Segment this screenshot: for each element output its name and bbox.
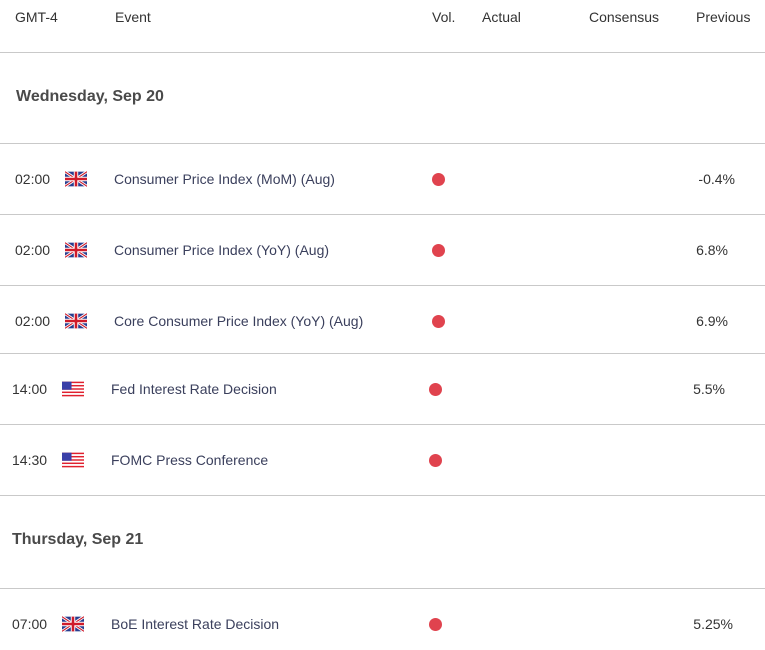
volatility-high-icon <box>429 383 442 396</box>
uk-flag-icon <box>65 171 87 187</box>
divider <box>0 214 765 215</box>
header-consensus: Consensus <box>589 9 660 25</box>
volatility-high-icon <box>432 244 445 257</box>
volatility-high-icon <box>432 173 445 186</box>
divider <box>0 143 765 144</box>
header-event: Event <box>115 9 151 25</box>
event-name[interactable]: Consumer Price Index (YoY) (Aug) <box>114 242 329 258</box>
us-flag-icon <box>62 381 84 397</box>
day-heading: Wednesday, Sep 20 <box>16 88 164 105</box>
divider <box>0 353 765 354</box>
us-flag-icon <box>62 452 84 468</box>
volatility-high-icon <box>429 618 442 631</box>
divider <box>0 495 765 496</box>
event-name[interactable]: FOMC Press Conference <box>111 452 268 468</box>
header-divider <box>0 52 765 53</box>
event-name[interactable]: Core Consumer Price Index (YoY) (Aug) <box>114 313 363 329</box>
event-name[interactable]: Consumer Price Index (MoM) (Aug) <box>114 171 335 187</box>
event-time: 02:00 <box>15 242 51 258</box>
uk-flag-icon <box>62 616 84 632</box>
divider <box>0 424 765 425</box>
previous-value: 6.9% <box>696 313 728 329</box>
event-time: 02:00 <box>15 313 51 329</box>
header-actual: Actual <box>482 9 521 25</box>
event-time: 14:30 <box>12 452 48 468</box>
uk-flag-icon <box>65 242 87 258</box>
volatility-high-icon <box>429 454 442 467</box>
uk-flag-icon <box>65 313 87 329</box>
event-name[interactable]: BoE Interest Rate Decision <box>111 616 279 632</box>
previous-value: -0.4% <box>698 171 735 187</box>
day-heading: Thursday, Sep 21 <box>12 531 144 548</box>
divider <box>0 285 765 286</box>
event-time: 02:00 <box>15 171 51 187</box>
volatility-high-icon <box>432 315 445 328</box>
previous-value: 5.25% <box>693 616 733 632</box>
header-previous: Previous <box>696 9 751 25</box>
previous-value: 5.5% <box>693 381 725 397</box>
previous-value: 6.8% <box>696 242 728 258</box>
header-timezone: GMT-4 <box>15 9 58 25</box>
event-time: 07:00 <box>12 616 48 632</box>
event-time: 14:00 <box>12 381 48 397</box>
header-vol: Vol. <box>432 9 456 25</box>
divider <box>0 588 765 589</box>
event-name[interactable]: Fed Interest Rate Decision <box>111 381 277 397</box>
